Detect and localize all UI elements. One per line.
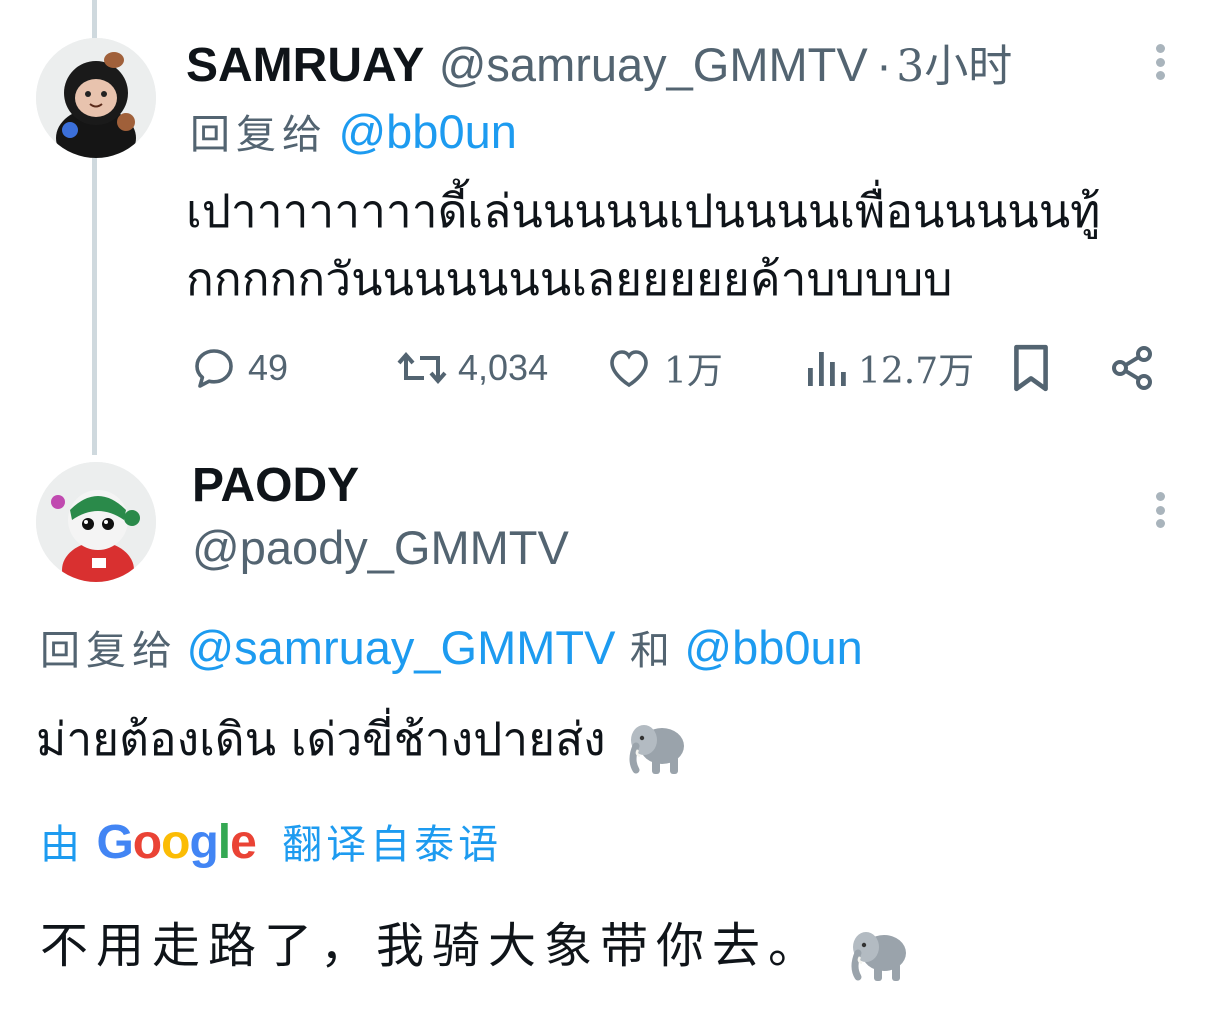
- display-name[interactable]: SAMRUAY: [186, 39, 424, 92]
- more-icon[interactable]: [1150, 40, 1170, 84]
- reply-button[interactable]: 49: [190, 340, 288, 396]
- avatar-paody[interactable]: [36, 462, 156, 582]
- retweet-button[interactable]: 4,034: [396, 340, 548, 396]
- translate-suffix: 翻译自泰语: [282, 822, 503, 868]
- retweet-icon: [397, 351, 447, 385]
- like-count: 1万: [664, 351, 723, 392]
- translate-prefix: 由: [40, 822, 80, 868]
- tweet-text-row: ม่ายต้องเดิน เด่วขี่ช้างปายส่ง: [36, 708, 694, 785]
- bookmark-icon: [1014, 344, 1048, 392]
- translation-attribution[interactable]: 由 Google 翻译自泰语: [40, 812, 502, 870]
- reply-prefix: 回复给: [190, 112, 328, 158]
- more-icon[interactable]: [1150, 488, 1170, 532]
- tweet-header: SAMRUAY @samruay_GMMTV · 3小时: [186, 30, 1012, 94]
- avatar-samruay[interactable]: [36, 38, 156, 158]
- reply-count: 49: [248, 347, 289, 388]
- share-button[interactable]: [1108, 340, 1156, 396]
- translated-text: 不用走路了，我骑大象带你去。: [40, 918, 825, 974]
- user-handle-row: @paody_GMMTV: [192, 520, 569, 575]
- timestamp[interactable]: 3小时: [896, 41, 1012, 92]
- tweet-actions: 49 4,034 1万 12.7万: [186, 340, 1166, 396]
- share-icon: [1112, 346, 1152, 390]
- views-count: 12.7万: [858, 351, 975, 392]
- user-handle[interactable]: @paody_GMMTV: [192, 521, 569, 574]
- reply-mention-samruay[interactable]: @samruay_GMMTV: [186, 621, 615, 674]
- google-logo: Google: [96, 816, 256, 869]
- tweet-text: ม่ายต้องเดิน เด่วขี่ช้างปายส่ง: [36, 712, 606, 766]
- reply-mention-bb0un[interactable]: @bb0un: [684, 621, 862, 674]
- reply-prefix: 回复给: [40, 628, 178, 674]
- reply-context: 回复给 @bb0un: [190, 102, 517, 160]
- tweet-text-line-1: เปาาาาาาาาดี้เล่นนนนนเปนนนนเพื่อนนนนนทู้: [186, 184, 1101, 238]
- separator-dot: ·: [876, 38, 892, 91]
- bookmark-button[interactable]: [1010, 340, 1052, 396]
- heart-icon: [610, 350, 648, 388]
- reply-context: 回复给 @samruay_GMMTV 和 @bb0un: [40, 618, 863, 676]
- views-button[interactable]: 12.7万: [804, 340, 974, 396]
- like-button[interactable]: 1万: [604, 340, 723, 396]
- reply-icon: [195, 349, 233, 388]
- translation-row: 不用走路了，我骑大象带你去。: [40, 906, 916, 992]
- elephant-emoji: [846, 923, 916, 992]
- views-icon: [808, 352, 846, 386]
- reply-and: 和: [629, 628, 670, 674]
- elephant-emoji: [624, 716, 694, 785]
- reply-mention[interactable]: @bb0un: [338, 105, 516, 158]
- display-name[interactable]: PAODY: [192, 458, 359, 513]
- user-handle[interactable]: @samruay_GMMTV: [439, 38, 868, 91]
- tweet-text-line-2: กกกกกวันนนนนนนเลยยยยยค้าบบบบบ: [186, 252, 953, 306]
- retweet-count: 4,034: [458, 347, 549, 388]
